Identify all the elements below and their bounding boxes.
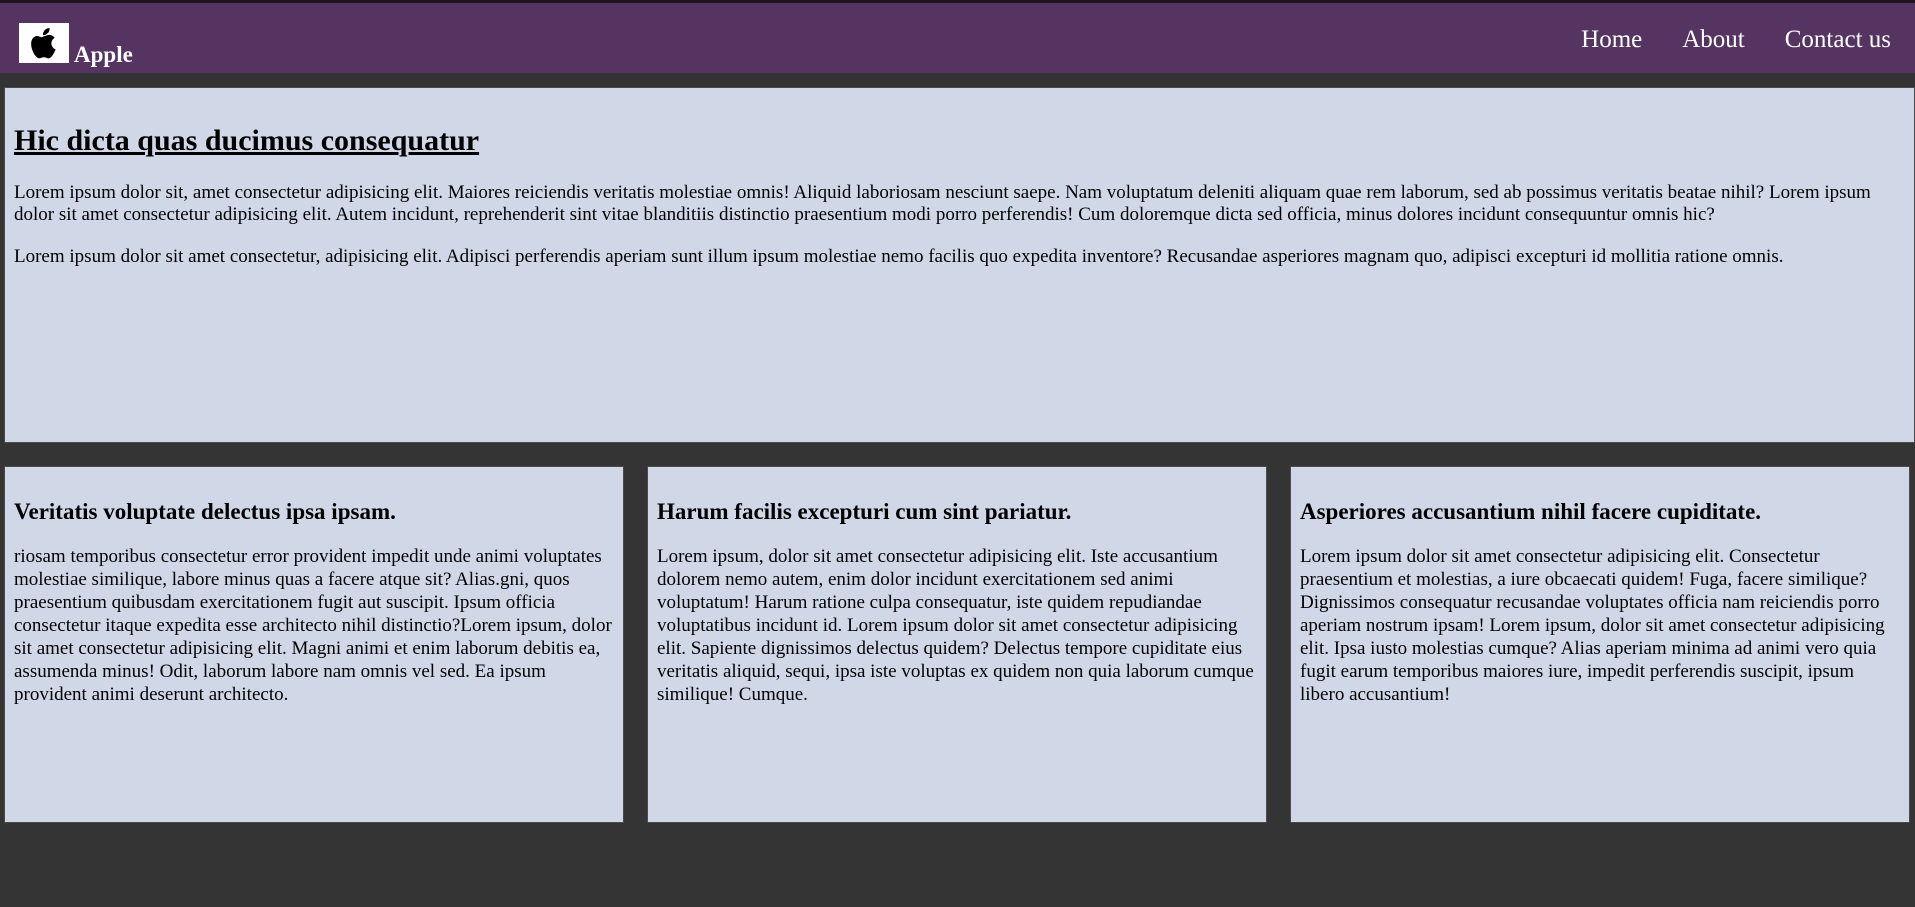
top-navigation-bar: Apple Home About Contact us	[0, 0, 1915, 73]
card-body: Lorem ipsum, dolor sit amet consectetur …	[657, 545, 1254, 705]
logo[interactable]	[19, 23, 69, 63]
main-nav: Home About Contact us	[1541, 25, 1891, 55]
nav-link-contact-us[interactable]: Contact us	[1785, 25, 1891, 55]
card-title: Asperiores accusantium nihil facere cupi…	[1300, 499, 1762, 524]
card-body: Lorem ipsum dolor sit amet consectetur a…	[1300, 545, 1885, 705]
card-title: Veritatis voluptate delectus ipsa ipsam.	[14, 499, 396, 524]
brand-name[interactable]: Apple	[74, 43, 133, 66]
feature-card-1: Veritatis voluptate delectus ipsa ipsam.…	[4, 466, 624, 823]
card-body: riosam temporibus consectetur error prov…	[14, 545, 612, 705]
hero-section: Hic dicta quas ducimus consequatur Lorem…	[4, 87, 1915, 443]
apple-logo-icon	[31, 28, 56, 59]
hero-title: Hic dicta quas ducimus consequatur	[14, 124, 480, 157]
nav-link-about[interactable]: About	[1682, 25, 1745, 55]
card-title: Harum facilis excepturi cum sint pariatu…	[657, 499, 1072, 524]
feature-card-2: Harum facilis excepturi cum sint pariatu…	[647, 466, 1267, 823]
hero-paragraph-2: Lorem ipsum dolor sit amet consectetur, …	[14, 246, 1784, 267]
hero-paragraph-1: Lorem ipsum dolor sit, amet consectetur …	[14, 182, 1871, 225]
nav-link-home[interactable]: Home	[1581, 25, 1642, 55]
feature-card-3: Asperiores accusantium nihil facere cupi…	[1290, 466, 1910, 823]
